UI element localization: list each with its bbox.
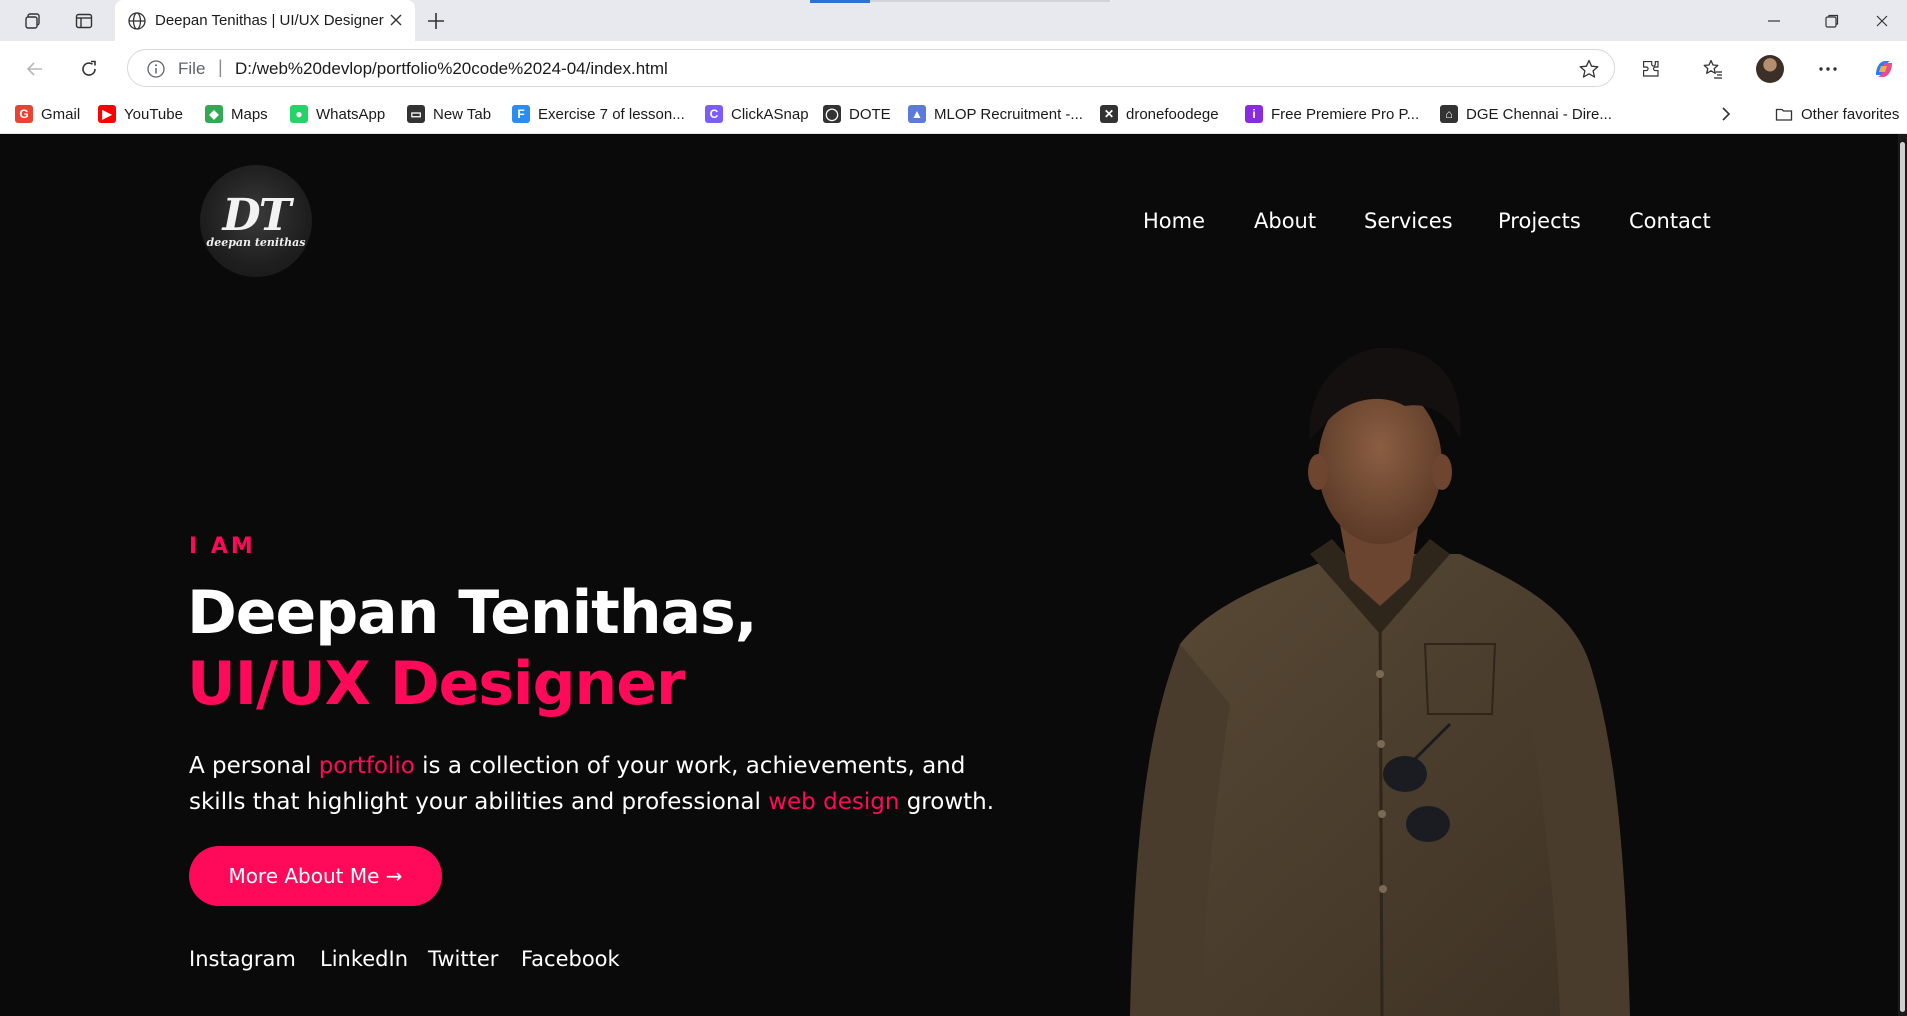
bookmark-item[interactable]: ⌂ DGE Chennai - Dire... bbox=[1440, 103, 1612, 125]
more-menu-icon[interactable] bbox=[1813, 54, 1843, 84]
premiere-icon: i bbox=[1245, 105, 1263, 123]
bookmark-item[interactable]: F Exercise 7 of lesson... bbox=[512, 103, 685, 125]
folder-icon bbox=[1775, 105, 1793, 123]
close-tab-icon[interactable] bbox=[387, 11, 405, 29]
bookmark-label: WhatsApp bbox=[316, 105, 386, 123]
hero-eyebrow: I AM bbox=[189, 534, 256, 559]
social-facebook-link[interactable]: Facebook bbox=[521, 947, 620, 971]
bookmark-item[interactable]: ▭ New Tab bbox=[407, 103, 491, 125]
social-instagram-link[interactable]: Instagram bbox=[189, 947, 296, 971]
bookmark-item[interactable]: G Gmail bbox=[15, 103, 80, 125]
bookmark-item[interactable]: C ClickASnap bbox=[705, 103, 809, 125]
lead-text-3: growth. bbox=[899, 789, 995, 815]
site-logo[interactable]: DT deepan tenithas bbox=[200, 165, 312, 277]
other-favorites[interactable]: Other favorites bbox=[1775, 103, 1899, 125]
profile-portrait-image bbox=[1130, 347, 1630, 1016]
refresh-button[interactable] bbox=[74, 54, 104, 84]
nav-about[interactable]: About bbox=[1254, 209, 1316, 233]
bookmarks-overflow-chevron-icon[interactable] bbox=[1720, 103, 1732, 125]
lead-text-1: A personal bbox=[189, 753, 319, 779]
bookmark-item[interactable]: ◯ DOTE bbox=[823, 103, 891, 125]
tab-title: Deepan Tenithas | UI/UX Designer bbox=[155, 12, 384, 29]
page-scrollbar-thumb[interactable] bbox=[1900, 142, 1905, 1012]
globe-icon bbox=[127, 11, 147, 36]
bookmark-label: MLOP Recruitment -... bbox=[934, 105, 1083, 123]
youtube-icon: ▶ bbox=[98, 105, 116, 123]
mlop-icon: ▲ bbox=[908, 105, 926, 123]
maps-icon: ◆ bbox=[205, 105, 223, 123]
favorites-icon[interactable] bbox=[1698, 54, 1728, 84]
bookmark-label: dronefoodege bbox=[1126, 105, 1219, 123]
bookmark-label: YouTube bbox=[124, 105, 183, 123]
bookmark-item[interactable]: ▶ YouTube bbox=[98, 103, 183, 125]
tab-strip-track bbox=[870, 0, 1110, 2]
back-button[interactable] bbox=[20, 54, 50, 84]
profile-avatar[interactable] bbox=[1755, 54, 1785, 84]
hero-name: Deepan Tenithas, bbox=[187, 578, 758, 648]
exercise-icon: F bbox=[512, 105, 530, 123]
hero-role: UI/UX Designer bbox=[187, 649, 686, 719]
social-linkedin-link[interactable]: LinkedIn bbox=[320, 947, 408, 971]
portfolio-page: DT deepan tenithas Home About Services P… bbox=[0, 134, 1898, 1016]
bookmark-item[interactable]: ● WhatsApp bbox=[290, 103, 385, 125]
bookmark-label: ClickASnap bbox=[731, 105, 809, 123]
info-icon[interactable] bbox=[146, 59, 166, 84]
nav-contact[interactable]: Contact bbox=[1629, 209, 1711, 233]
nav-projects[interactable]: Projects bbox=[1498, 209, 1581, 233]
bookmark-label: DGE Chennai - Dire... bbox=[1466, 105, 1612, 123]
url-separator: | bbox=[218, 57, 223, 77]
globe-icon: ◯ bbox=[823, 105, 841, 123]
tab-active[interactable]: Deepan Tenithas | UI/UX Designer bbox=[115, 0, 415, 41]
extensions-icon[interactable] bbox=[1636, 54, 1666, 84]
nav-services[interactable]: Services bbox=[1364, 209, 1453, 233]
bookmark-item[interactable]: ◆ Maps bbox=[205, 103, 268, 125]
bookmark-label: Free Premiere Pro P... bbox=[1271, 105, 1420, 123]
bookmark-item[interactable]: ▲ MLOP Recruitment -... bbox=[908, 103, 1083, 125]
bookmark-label: Exercise 7 of lesson... bbox=[538, 105, 685, 123]
logo-subtitle: deepan tenithas bbox=[206, 235, 306, 249]
address-bar[interactable]: File | D:/web%20devlop/portfolio%20code%… bbox=[127, 49, 1615, 87]
tab-strip: Deepan Tenithas | UI/UX Designer bbox=[0, 0, 1907, 41]
hero-description: A personal portfolio is a collection of … bbox=[189, 748, 1009, 820]
lead-highlight-web-design: web design bbox=[768, 789, 900, 815]
clickasnap-icon: C bbox=[705, 105, 723, 123]
bookmark-item[interactable]: ✕ dronefoodege bbox=[1100, 103, 1219, 125]
browser-toolbar: File | D:/web%20devlop/portfolio%20code%… bbox=[0, 41, 1907, 95]
gmail-icon: G bbox=[15, 105, 33, 123]
copilot-icon[interactable] bbox=[1869, 54, 1899, 84]
bookmark-label: Gmail bbox=[41, 105, 81, 123]
other-favorites-label: Other favorites bbox=[1801, 105, 1900, 123]
close-window-button[interactable] bbox=[1853, 0, 1907, 41]
more-about-me-button[interactable]: More About Me → bbox=[189, 846, 442, 906]
workspaces-icon[interactable] bbox=[19, 7, 47, 35]
favorite-star-icon[interactable] bbox=[1578, 58, 1600, 85]
logo-mark: DT bbox=[222, 189, 292, 241]
bookmark-label: New Tab bbox=[433, 105, 492, 123]
social-twitter-link[interactable]: Twitter bbox=[428, 947, 498, 971]
nav-home[interactable]: Home bbox=[1143, 209, 1205, 233]
lead-highlight-portfolio: portfolio bbox=[318, 753, 415, 779]
url-scheme-label: File bbox=[178, 59, 206, 78]
drone-icon: ✕ bbox=[1100, 105, 1118, 123]
url-text[interactable]: D:/web%20devlop/portfolio%20code%2024-04… bbox=[235, 59, 668, 79]
bookmark-label: Maps bbox=[231, 105, 268, 123]
tab-actions-icon[interactable] bbox=[70, 7, 98, 35]
bookmark-item[interactable]: i Free Premiere Pro P... bbox=[1245, 103, 1419, 125]
newtab-icon: ▭ bbox=[407, 105, 425, 123]
minimize-button[interactable] bbox=[1745, 0, 1803, 41]
whatsapp-icon: ● bbox=[290, 105, 308, 123]
new-tab-button[interactable] bbox=[424, 9, 448, 33]
tab-strip-indicator bbox=[810, 0, 870, 3]
bookmarks-bar: G Gmail ▶ YouTube ◆ Maps ● WhatsApp ▭ New Tab F Exe… bbox=[0, 95, 1907, 134]
bookmark-label: DOTE bbox=[849, 105, 891, 123]
graduation-cap-icon: ⌂ bbox=[1440, 105, 1458, 123]
